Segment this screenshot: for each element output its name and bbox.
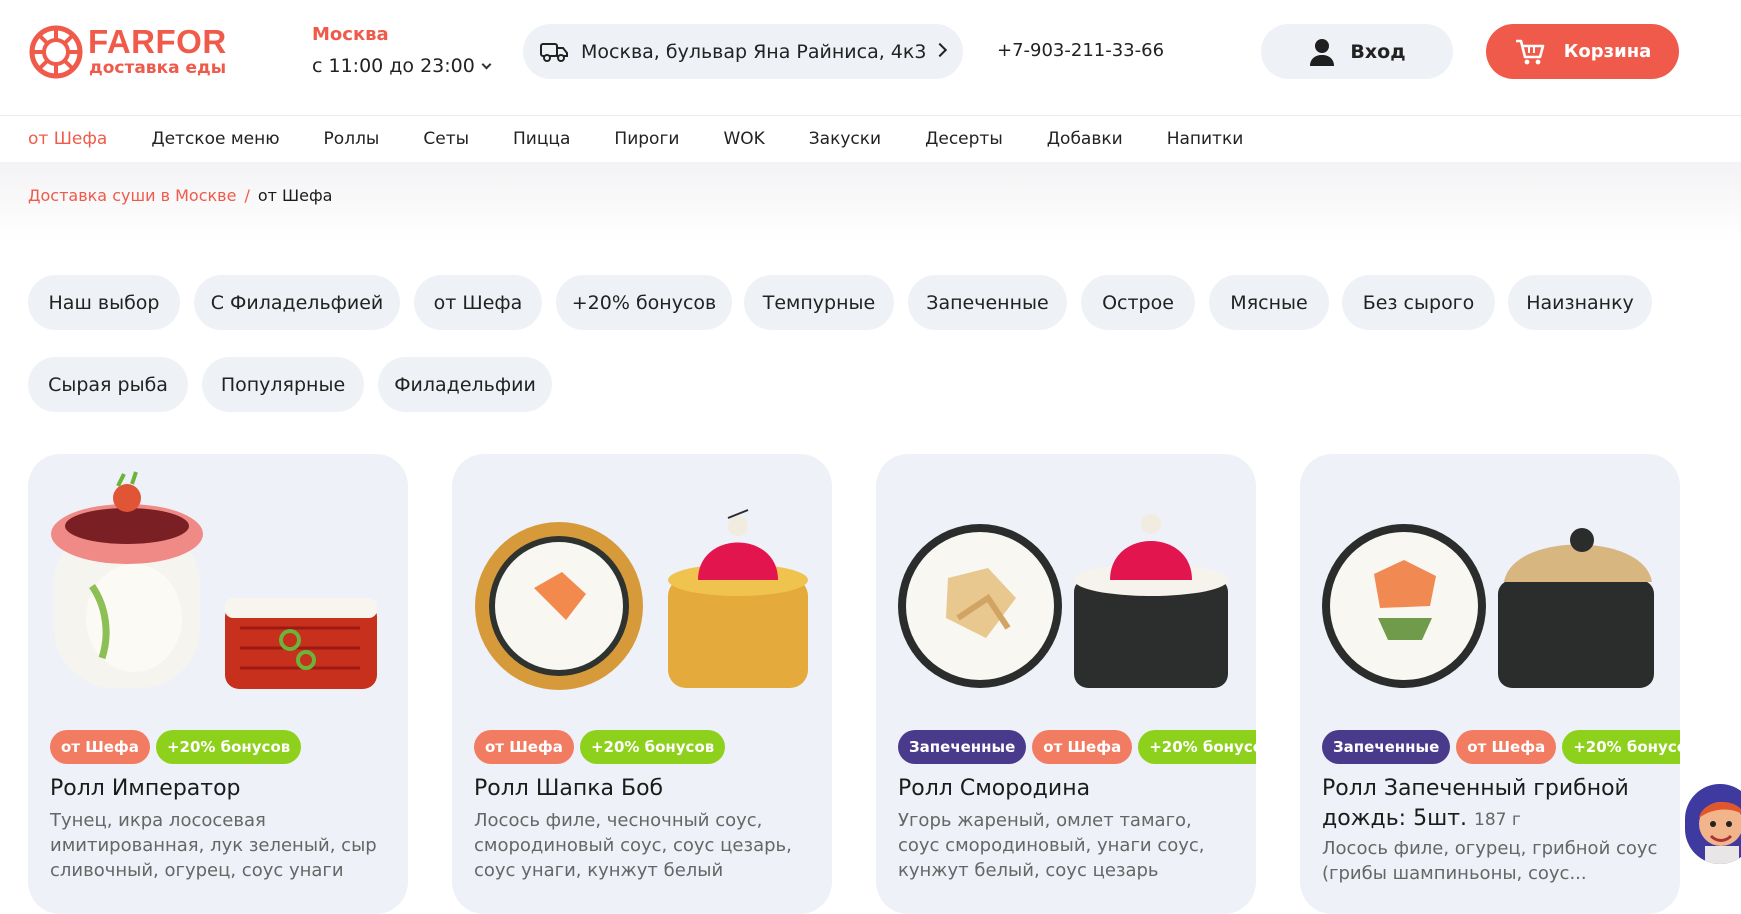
tag-chef: от Шефа bbox=[474, 730, 574, 764]
nav-item-sets[interactable]: Сеты bbox=[423, 129, 469, 149]
city-selector[interactable]: Москва bbox=[312, 24, 389, 45]
filter-chip[interactable]: Сырая рыба bbox=[28, 357, 188, 412]
nav-item-kids-menu[interactable]: Детское меню bbox=[151, 129, 279, 149]
working-hours-text: с 11:00 до 23:00 bbox=[312, 55, 475, 77]
nav-item-drinks[interactable]: Напитки bbox=[1167, 129, 1244, 149]
cart-label: Корзина bbox=[1563, 41, 1652, 62]
nav-item-pies[interactable]: Пироги bbox=[614, 129, 679, 149]
tag-chef: от Шефа bbox=[1456, 730, 1557, 764]
nav-item-wok[interactable]: WOK bbox=[723, 129, 764, 149]
filter-chip[interactable]: +20% бонусов bbox=[556, 275, 732, 330]
filter-chip[interactable]: С Филадельфией bbox=[194, 275, 400, 330]
breadcrumb-link[interactable]: Доставка суши в Москве bbox=[28, 186, 236, 205]
product-image bbox=[898, 514, 1228, 688]
nav-item-snacks[interactable]: Закуски bbox=[809, 129, 881, 149]
product-tags: от Шефа +20% бонусов bbox=[50, 730, 302, 764]
product-image bbox=[1322, 524, 1654, 688]
product-title[interactable]: Ролл Смородина bbox=[898, 774, 1238, 804]
logo-name: FARFOR bbox=[88, 23, 227, 60]
product-card[interactable]: от Шефа +20% бонусов Ролл Император Туне… bbox=[28, 454, 408, 914]
nav-item-chef[interactable]: от Шефа bbox=[28, 129, 107, 149]
tag-bonus: +20% бонусов bbox=[155, 730, 302, 764]
phone-number[interactable]: +7-903-211-33-66 bbox=[997, 40, 1164, 61]
chat-assistant-avatar[interactable] bbox=[1685, 784, 1741, 864]
product-tags: Запеченные от Шефа +20% бонусов bbox=[1322, 730, 1680, 764]
chevron-down-icon bbox=[481, 59, 492, 69]
tag-baked: Запеченные bbox=[1322, 730, 1451, 764]
product-card[interactable]: Запеченные от Шефа +20% бонусов Ролл Зап… bbox=[1300, 454, 1680, 914]
filter-chip[interactable]: Мясные bbox=[1209, 275, 1329, 330]
product-description: Лосось филе, огурец, грибной соус (грибы… bbox=[1322, 838, 1658, 884]
product-description: Лосось филе, чесночный соус, смородиновы… bbox=[474, 810, 792, 881]
logo[interactable]: FARFOR доставка еды bbox=[28, 24, 238, 84]
tag-baked: Запеченные bbox=[898, 730, 1027, 764]
product-name: Ролл Шапка Боб bbox=[474, 776, 664, 801]
filter-chip[interactable]: Без сырого bbox=[1342, 275, 1495, 330]
cart-button[interactable]: Корзина bbox=[1486, 24, 1679, 79]
filter-chip[interactable]: Наизнанку bbox=[1508, 275, 1652, 330]
chevron-right-icon bbox=[932, 42, 948, 58]
filter-chip[interactable]: Популярные bbox=[202, 357, 364, 412]
product-card[interactable]: Запеченные от Шефа +20% бонусов Ролл Смо… bbox=[876, 454, 1256, 914]
login-button[interactable]: Вход bbox=[1261, 24, 1453, 79]
category-nav: от Шефа Детское меню Роллы Сеты Пицца Пи… bbox=[0, 116, 1741, 162]
product-card[interactable]: от Шефа +20% бонусов Ролл Шапка Боб Лосо… bbox=[452, 454, 832, 914]
filter-chip[interactable]: Темпурные bbox=[744, 275, 894, 330]
breadcrumb-separator: / bbox=[244, 186, 250, 205]
logo-icon bbox=[29, 25, 83, 79]
filter-chip[interactable]: от Шефа bbox=[414, 275, 542, 330]
shopping-cart-icon bbox=[1515, 39, 1544, 64]
mascot-icon bbox=[1699, 802, 1741, 864]
delivery-truck-icon bbox=[540, 42, 568, 62]
site-header: FARFOR доставка еды Москва с 11:00 до 23… bbox=[0, 0, 1741, 116]
tag-bonus: +20% бонусов bbox=[1562, 730, 1680, 764]
user-icon bbox=[1310, 38, 1335, 66]
product-name: Ролл Император bbox=[50, 776, 241, 801]
filter-chip[interactable]: Запеченные bbox=[908, 275, 1067, 330]
filter-chip[interactable]: Острое bbox=[1081, 275, 1195, 330]
product-weight: 187 г bbox=[1474, 810, 1521, 830]
product-title[interactable]: Ролл Император bbox=[50, 774, 390, 804]
delivery-address-button[interactable]: Москва, бульвар Яна Райниса, 4к3 bbox=[523, 24, 963, 79]
tag-bonus: +20% бонусов bbox=[1138, 730, 1256, 764]
tag-chef: от Шефа bbox=[50, 730, 150, 764]
product-title[interactable]: Ролл Шапка Боб bbox=[474, 774, 814, 804]
nav-item-desserts[interactable]: Десерты bbox=[925, 129, 1003, 149]
nav-item-rolls[interactable]: Роллы bbox=[324, 129, 380, 149]
working-hours-dropdown[interactable]: с 11:00 до 23:00 bbox=[312, 55, 492, 77]
product-image bbox=[51, 471, 377, 689]
product-description: Тунец, икра лососевая имитированная, лук… bbox=[50, 810, 377, 881]
product-title[interactable]: Ролл Запеченный грибной дождь: 5шт. 187 … bbox=[1322, 774, 1662, 835]
breadcrumb-current: от Шефа bbox=[257, 186, 333, 205]
product-image bbox=[475, 509, 808, 690]
tag-chef: от Шефа bbox=[1032, 730, 1133, 764]
logo-tagline: доставка еды bbox=[89, 58, 227, 78]
filter-chip[interactable]: Наш выбор bbox=[28, 275, 180, 330]
breadcrumb: Доставка суши в Москве / от Шефа bbox=[28, 186, 332, 205]
product-name: Ролл Смородина bbox=[898, 776, 1091, 801]
nav-item-extras[interactable]: Добавки bbox=[1047, 129, 1123, 149]
nav-item-pizza[interactable]: Пицца bbox=[513, 129, 570, 149]
delivery-address-text: Москва, бульвар Яна Райниса, 4к3 bbox=[581, 40, 927, 63]
filter-chip[interactable]: Филадельфии bbox=[378, 357, 552, 412]
login-label: Вход bbox=[1350, 40, 1406, 63]
tag-bonus: +20% бонусов bbox=[579, 730, 726, 764]
product-tags: от Шефа +20% бонусов bbox=[474, 730, 726, 764]
product-tags: Запеченные от Шефа +20% бонусов bbox=[898, 730, 1256, 764]
product-description: Угорь жареный, омлет тамаго, соус смород… bbox=[898, 810, 1205, 881]
